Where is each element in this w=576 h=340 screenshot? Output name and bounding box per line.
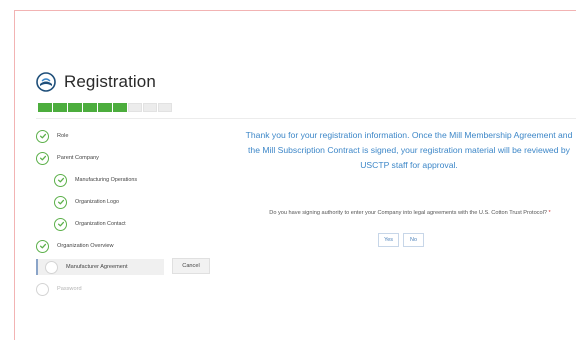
cancel-button[interactable]: Cancel [172, 258, 210, 274]
check-icon [36, 151, 49, 165]
check-icon [54, 173, 67, 187]
step-item[interactable]: Password [36, 281, 82, 297]
empty-circle-icon [45, 260, 58, 274]
step-label: Organization Contact [75, 221, 126, 227]
yes-button[interactable]: Yes [378, 233, 399, 247]
step-label: Manufacturer Agreement [66, 264, 128, 270]
question-text: Do you have signing authority to enter y… [269, 210, 547, 216]
no-button[interactable]: No [403, 233, 424, 247]
progress-segment [128, 103, 142, 112]
step-label: Role [57, 133, 69, 139]
answer-buttons: Yes No [378, 233, 428, 247]
check-icon [54, 195, 67, 209]
step-item[interactable]: Manufacturing Operations [54, 172, 137, 188]
cotton-logo-icon [36, 72, 56, 92]
progress-segment [113, 103, 127, 112]
step-item[interactable]: Organization Contact [54, 216, 126, 232]
divider [36, 118, 576, 119]
step-item[interactable]: Organization Logo [54, 194, 119, 210]
check-icon [54, 217, 67, 231]
required-mark: * [548, 210, 551, 216]
progress-segment [83, 103, 97, 112]
step-label: Manufacturing Operations [75, 177, 138, 183]
progress-segment [38, 103, 52, 112]
progress-segment [68, 103, 82, 112]
signing-authority-question: Do you have signing authority to enter y… [262, 208, 558, 218]
step-label: Password [57, 286, 82, 292]
step-label: Organization Overview [57, 243, 114, 249]
progress-segment [158, 103, 172, 112]
progress-segment [143, 103, 157, 112]
step-item[interactable]: Organization Overview [36, 238, 114, 254]
confirmation-message: Thank you for your registration informat… [245, 130, 573, 170]
step-item[interactable]: Parent Company [36, 150, 99, 166]
page-title: Registration [64, 72, 156, 91]
step-label: Parent Company [57, 155, 99, 161]
empty-circle-icon [36, 282, 49, 296]
step-item[interactable]: Manufacturer Agreement [36, 259, 164, 275]
step-label: Organization Logo [75, 199, 120, 205]
step-item[interactable]: Role [36, 128, 69, 144]
progress-segment [53, 103, 67, 112]
progress-bar [38, 103, 173, 112]
check-icon [36, 239, 49, 253]
check-icon [36, 129, 49, 143]
progress-segment [98, 103, 112, 112]
registration-header: Registration [36, 70, 156, 94]
